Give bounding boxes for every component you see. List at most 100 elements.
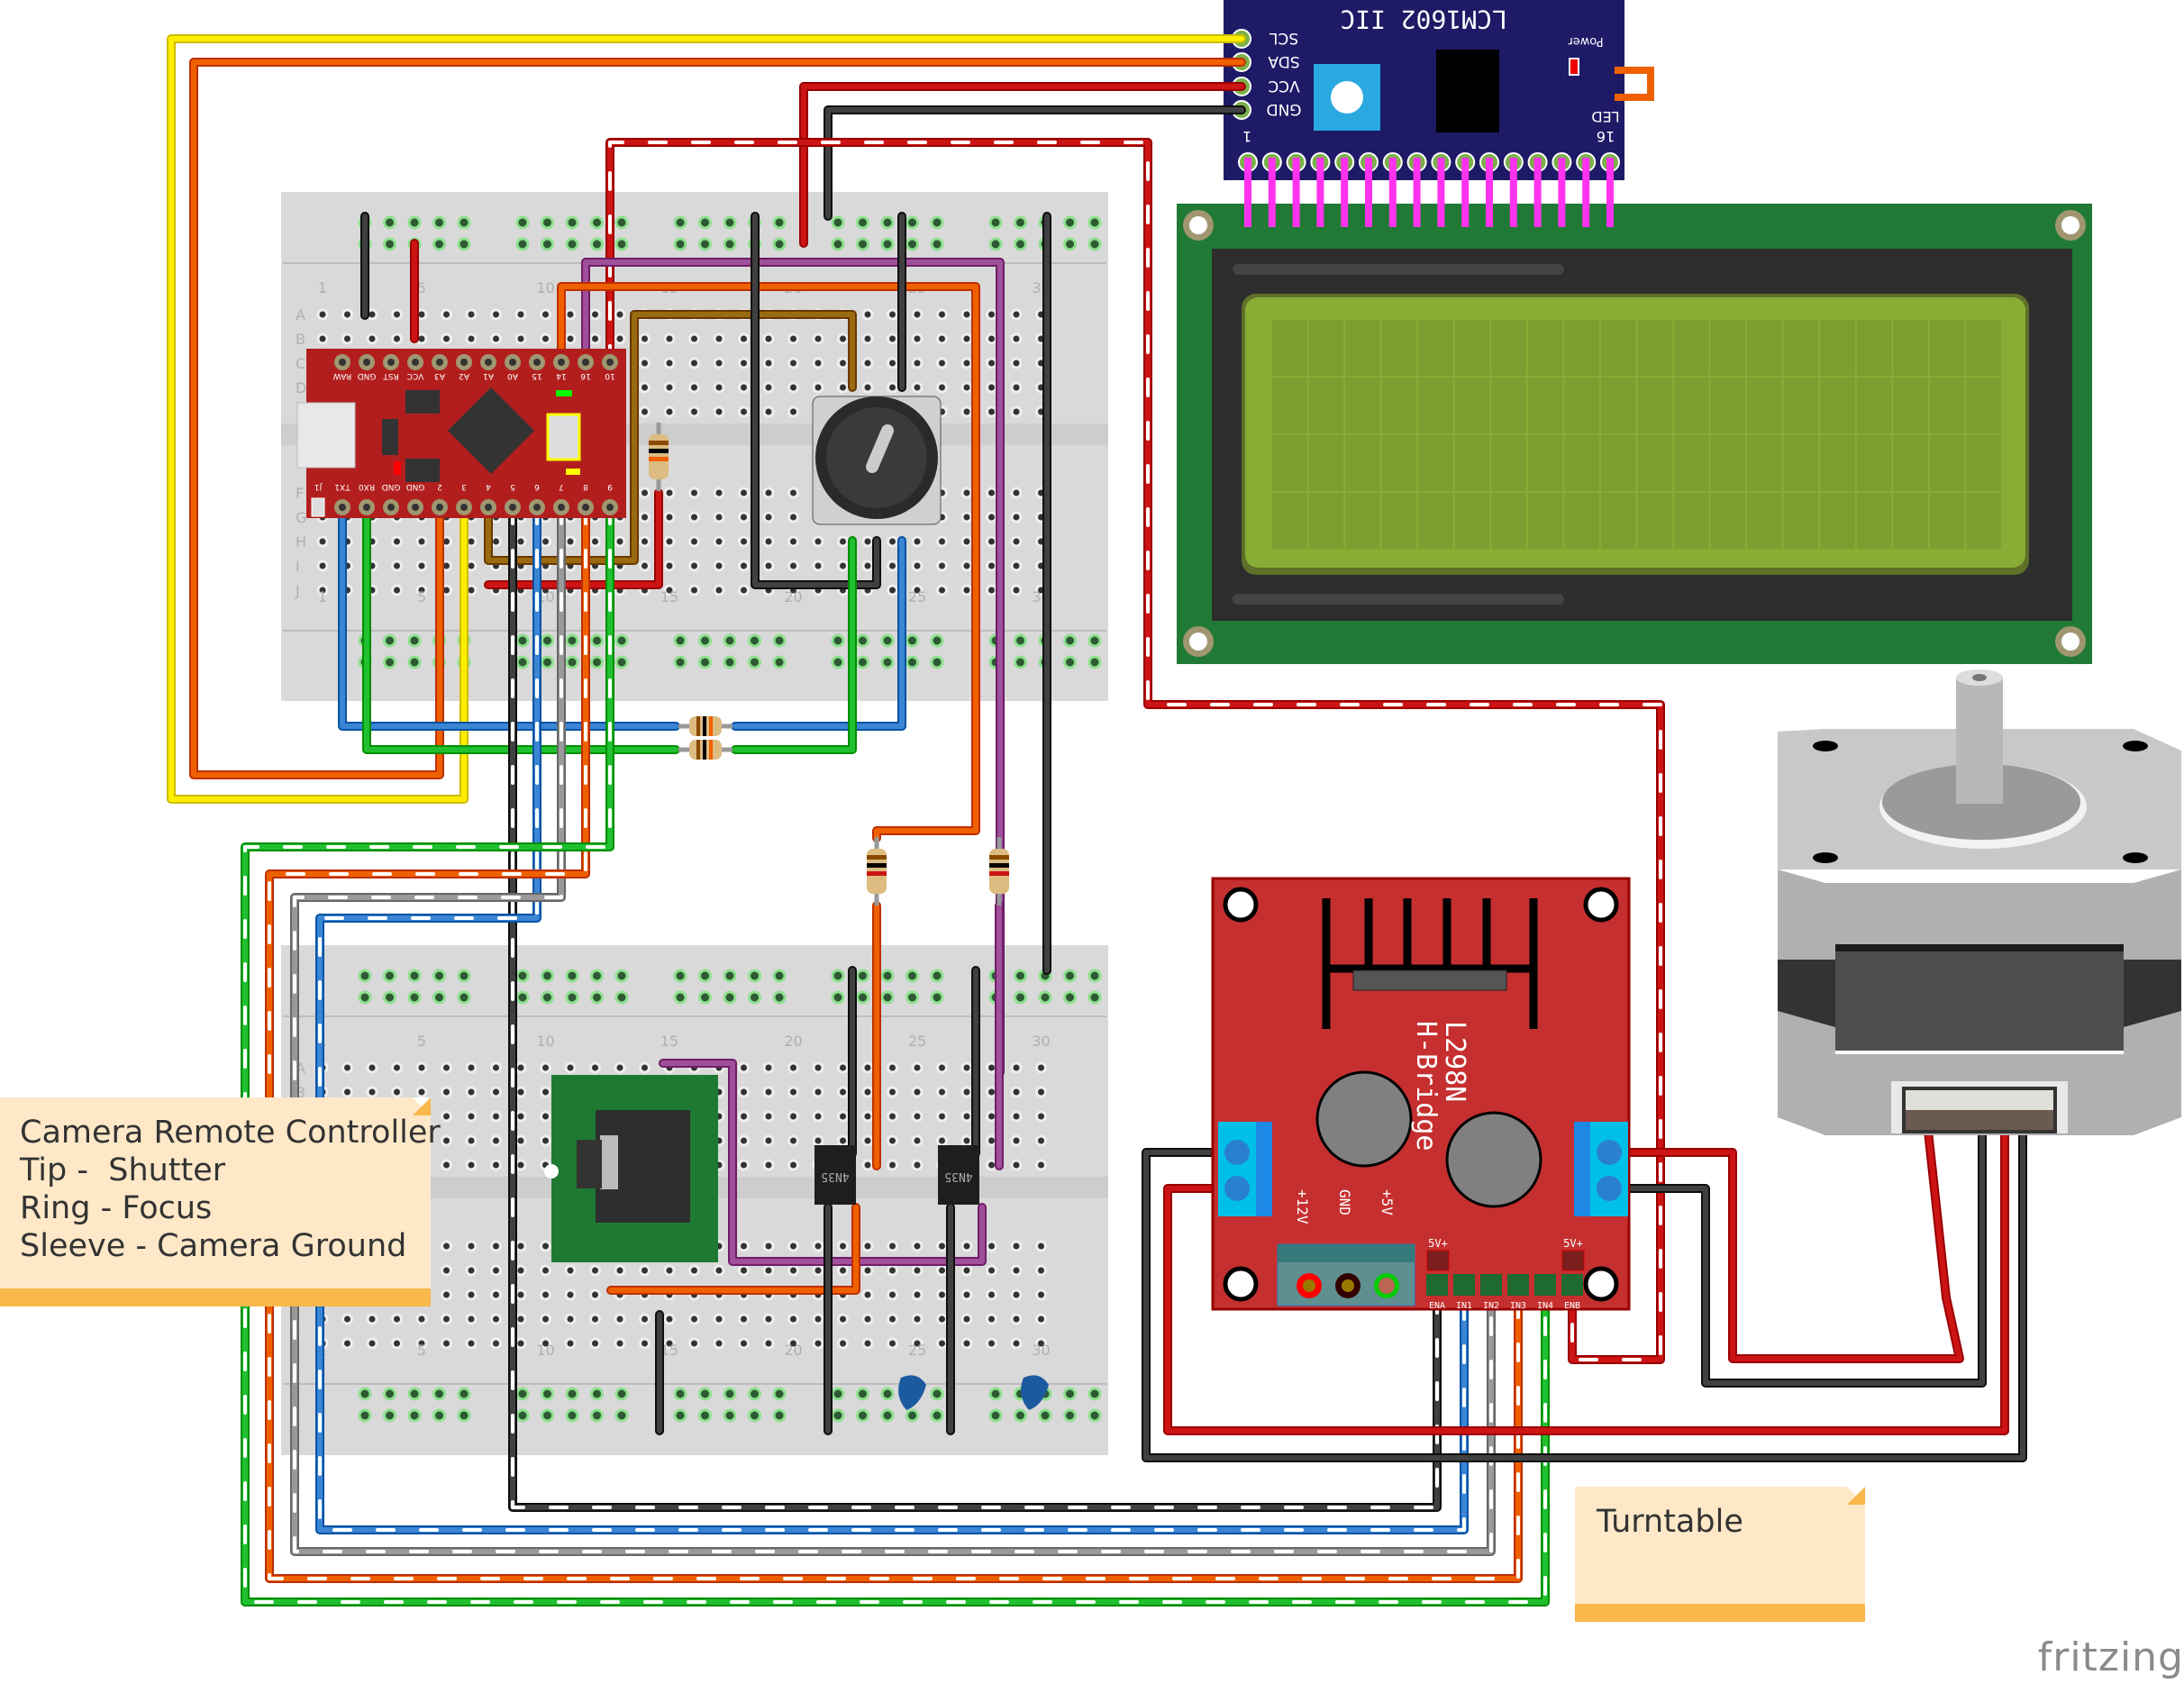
breadboard-hole[interactable] bbox=[540, 1288, 551, 1301]
breadboard-hole[interactable] bbox=[1014, 215, 1027, 230]
breadboard-hole[interactable] bbox=[1035, 1288, 1047, 1301]
breadboard-hole[interactable] bbox=[589, 1288, 601, 1301]
breadboard-hole[interactable] bbox=[1087, 990, 1102, 1005]
breadboard-hole[interactable] bbox=[383, 969, 396, 983]
breadboard-hole[interactable] bbox=[564, 1337, 577, 1350]
breadboard-hole[interactable] bbox=[772, 990, 787, 1005]
breadboard-hole[interactable] bbox=[564, 535, 577, 548]
breadboard-hole[interactable] bbox=[590, 969, 604, 983]
breadboard-hole[interactable] bbox=[748, 1408, 761, 1423]
jumper-j1[interactable] bbox=[311, 497, 325, 517]
breadboard-hole[interactable] bbox=[887, 560, 898, 572]
breadboard-hole[interactable] bbox=[316, 308, 329, 321]
breadboard-hole[interactable] bbox=[589, 1313, 601, 1325]
breadboard-hole[interactable] bbox=[391, 1337, 403, 1350]
breadboard-hole[interactable] bbox=[960, 332, 973, 345]
breadboard-hole[interactable] bbox=[490, 1313, 502, 1325]
breadboard-hole[interactable] bbox=[514, 1061, 527, 1074]
breadboard-hole[interactable] bbox=[1087, 969, 1102, 983]
breadboard-hole[interactable] bbox=[515, 215, 530, 230]
breadboard-hole[interactable] bbox=[639, 357, 651, 369]
breadboard-hole[interactable] bbox=[837, 1313, 849, 1325]
breadboard-hole[interactable] bbox=[465, 308, 478, 321]
breadboard-hole[interactable] bbox=[911, 1134, 924, 1147]
breadboard-hole[interactable] bbox=[1010, 1337, 1023, 1350]
jumper-5v[interactable] bbox=[1561, 1250, 1585, 1271]
breadboard-hole[interactable] bbox=[614, 215, 629, 230]
breadboard-hole[interactable] bbox=[713, 1337, 725, 1350]
breadboard-hole[interactable] bbox=[986, 1313, 997, 1325]
breadboard-hole[interactable] bbox=[986, 381, 997, 394]
breadboard-hole[interactable] bbox=[738, 1086, 750, 1098]
breadboard-hole[interactable] bbox=[383, 1387, 396, 1401]
breadboard-hole[interactable] bbox=[540, 535, 551, 548]
breadboard-hole[interactable] bbox=[1010, 1086, 1023, 1098]
breadboard-hole[interactable] bbox=[713, 535, 725, 548]
breadboard-hole[interactable] bbox=[1063, 990, 1077, 1005]
breadboard-hole[interactable] bbox=[441, 1086, 452, 1098]
breadboard-hole[interactable] bbox=[1014, 237, 1027, 251]
breadboard-hole[interactable] bbox=[698, 1408, 712, 1423]
breadboard-hole[interactable] bbox=[1087, 1387, 1102, 1401]
breadboard-hole[interactable] bbox=[986, 535, 997, 548]
breadboard-hole[interactable] bbox=[698, 969, 712, 983]
breadboard-hole[interactable] bbox=[673, 633, 687, 648]
breadboard-hole[interactable] bbox=[880, 990, 895, 1005]
breadboard-hole[interactable] bbox=[856, 237, 869, 251]
breadboard-hole[interactable] bbox=[837, 1134, 849, 1147]
breadboard-hole[interactable] bbox=[639, 405, 651, 418]
l298n-pin-in4[interactable] bbox=[1534, 1274, 1556, 1296]
breadboard-hole[interactable] bbox=[541, 633, 554, 648]
breadboard-hole[interactable] bbox=[713, 381, 725, 394]
breadboard-hole[interactable] bbox=[837, 1240, 849, 1252]
breadboard-hole[interactable] bbox=[358, 969, 372, 983]
breadboard-hole[interactable] bbox=[540, 1240, 551, 1252]
breadboard-hole[interactable] bbox=[698, 990, 712, 1005]
breadboard-hole[interactable] bbox=[936, 1288, 948, 1301]
breadboard-hole[interactable] bbox=[490, 1061, 502, 1074]
breadboard-hole[interactable] bbox=[861, 1086, 874, 1098]
breadboard-hole[interactable] bbox=[772, 237, 787, 251]
breadboard-hole[interactable] bbox=[986, 405, 997, 418]
breadboard-hole[interactable] bbox=[639, 560, 651, 572]
breadboard-hole[interactable] bbox=[762, 1061, 775, 1074]
breadboard-hole[interactable] bbox=[812, 1110, 824, 1123]
breadboard-hole[interactable] bbox=[490, 332, 502, 345]
breadboard-hole[interactable] bbox=[415, 1313, 428, 1325]
breadboard-hole[interactable] bbox=[341, 308, 353, 321]
breadboard-hole[interactable] bbox=[541, 215, 554, 230]
breadboard-hole[interactable] bbox=[936, 1110, 948, 1123]
breadboard-hole[interactable] bbox=[986, 357, 997, 369]
breadboard-hole[interactable] bbox=[639, 487, 651, 499]
breadboard-hole[interactable] bbox=[673, 655, 687, 669]
breadboard-hole[interactable] bbox=[787, 332, 799, 345]
breadboard-hole[interactable] bbox=[540, 1110, 551, 1123]
breadboard-hole[interactable] bbox=[831, 237, 845, 251]
breadboard-hole[interactable] bbox=[856, 969, 869, 983]
breadboard-hole[interactable] bbox=[663, 1264, 676, 1277]
breadboard-hole[interactable] bbox=[762, 1159, 775, 1171]
breadboard-hole[interactable] bbox=[837, 1337, 849, 1350]
breadboard-hole[interactable] bbox=[589, 332, 601, 345]
breadboard-hole[interactable] bbox=[490, 1110, 502, 1123]
breadboard-hole[interactable] bbox=[514, 1159, 527, 1171]
l298n-pin-in3[interactable] bbox=[1507, 1274, 1529, 1296]
breadboard-hole[interactable] bbox=[688, 405, 700, 418]
breadboard-hole[interactable] bbox=[457, 990, 471, 1005]
breadboard-hole[interactable] bbox=[861, 381, 874, 394]
breadboard-hole[interactable] bbox=[986, 308, 997, 321]
breadboard-hole[interactable] bbox=[887, 1264, 898, 1277]
breadboard-hole[interactable] bbox=[663, 1313, 676, 1325]
breadboard-hole[interactable] bbox=[590, 237, 604, 251]
breadboard-hole[interactable] bbox=[341, 1061, 353, 1074]
breadboard-hole[interactable] bbox=[787, 560, 799, 572]
breadboard-hole[interactable] bbox=[812, 1313, 824, 1325]
breadboard-hole[interactable] bbox=[1035, 1240, 1047, 1252]
breadboard-hole[interactable] bbox=[465, 1288, 478, 1301]
breadboard-hole[interactable] bbox=[911, 308, 924, 321]
breadboard-hole[interactable] bbox=[905, 655, 919, 669]
breadboard-hole[interactable] bbox=[960, 357, 973, 369]
breadboard-hole[interactable] bbox=[565, 990, 579, 1005]
breadboard-hole[interactable] bbox=[1063, 237, 1077, 251]
breadboard-hole[interactable] bbox=[590, 655, 604, 669]
